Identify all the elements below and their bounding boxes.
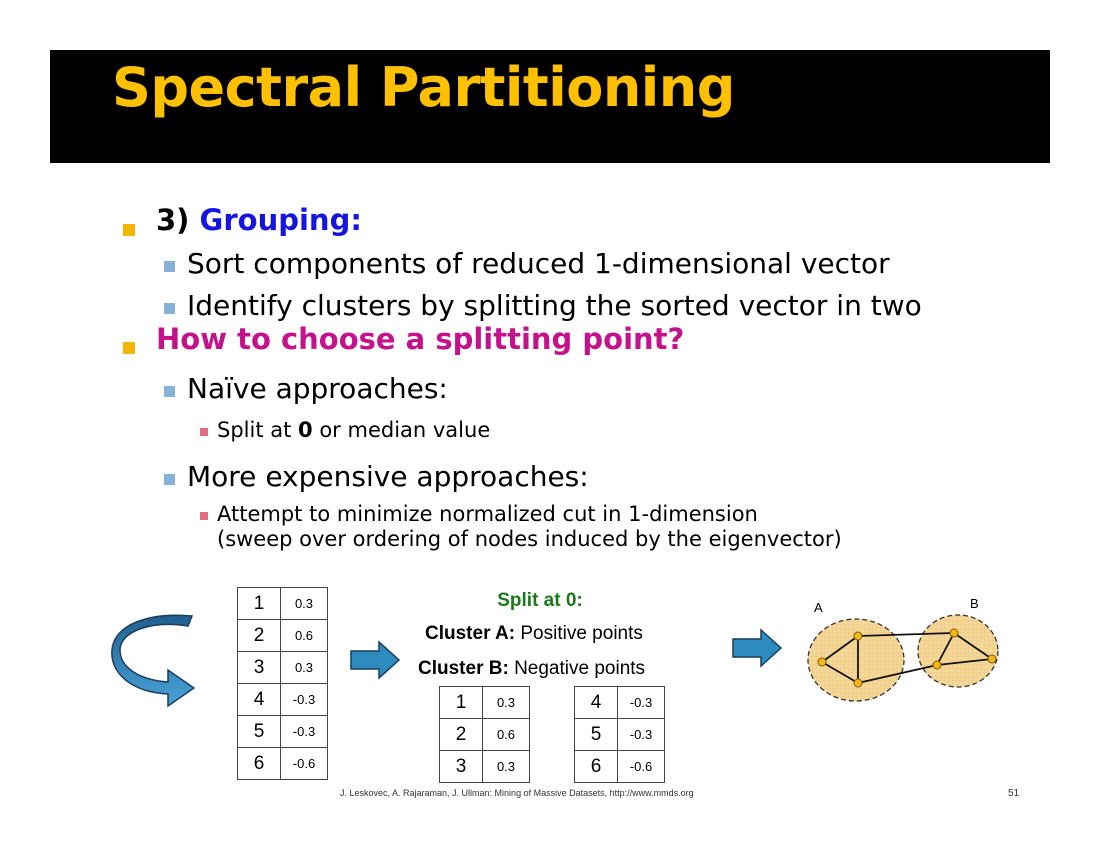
graph-node (853, 678, 863, 688)
cluster-b-region (917, 614, 999, 688)
table-row: 5 -0.3 (574, 718, 665, 751)
cluster-a-graph-label: A (814, 600, 823, 615)
row-index: 4 (237, 683, 281, 716)
cluster-b-graph-label: B (970, 596, 979, 611)
bullet-marker (164, 261, 175, 272)
cluster-b-line: Cluster B: Negative points (418, 658, 645, 680)
row-value: 0.3 (482, 750, 530, 783)
bullet-identify: Identify clusters by splitting the sorte… (187, 289, 922, 322)
table-row: 4 -0.3 (237, 683, 328, 716)
graph-node (932, 660, 942, 670)
grouping-label: Grouping: (199, 203, 362, 237)
circular-arrow-icon (111, 614, 196, 708)
bullet-attempt-2: (sweep over ordering of nodes induced by… (217, 527, 842, 551)
slide-title: Spectral Partitioning (112, 56, 735, 119)
cluster-graph-diagram: A B (807, 596, 999, 702)
row-value: -0.3 (280, 715, 328, 748)
row-value: -0.3 (617, 718, 665, 751)
table-row: 5 -0.3 (237, 715, 328, 748)
row-value: 0.6 (280, 619, 328, 652)
row-value: 0.6 (482, 718, 530, 751)
row-index: 2 (439, 718, 483, 751)
grouping-number: 3) (156, 203, 190, 237)
graph-node (987, 654, 997, 664)
table-row: 1 0.3 (439, 686, 530, 719)
table-row: 6 -0.6 (237, 747, 328, 780)
row-index: 4 (574, 686, 618, 719)
bullet-attempt-1: Attempt to minimize normalized cut in 1-… (217, 502, 758, 526)
table-row: 3 0.3 (439, 750, 530, 783)
bullet-marker (164, 474, 175, 485)
graph-node (817, 657, 827, 667)
row-value: -0.6 (617, 750, 665, 783)
row-value: -0.6 (280, 747, 328, 780)
title-bar: Spectral Partitioning (50, 50, 1050, 163)
bullet-marker (123, 342, 135, 354)
bullet-marker (164, 386, 175, 397)
split-zero: 0 (298, 418, 313, 442)
bullet-expensive: More expensive approaches: (187, 460, 589, 493)
row-index: 2 (237, 619, 281, 652)
page-number: 51 (1008, 788, 1020, 799)
row-index: 3 (439, 750, 483, 783)
right-arrow-icon (732, 628, 783, 668)
table-row: 6 -0.6 (574, 750, 665, 783)
right-arrow-icon (350, 640, 401, 680)
row-index: 3 (237, 651, 281, 684)
table-row: 2 0.6 (439, 718, 530, 751)
cluster-a-label: Cluster A: (425, 623, 516, 644)
split-text-a: Split at (217, 418, 299, 442)
row-index: 1 (237, 587, 281, 620)
bullet-marker (200, 428, 208, 436)
row-value: 0.3 (482, 686, 530, 719)
row-index: 5 (237, 715, 281, 748)
table-row: 3 0.3 (237, 651, 328, 684)
row-value: 0.3 (280, 651, 328, 684)
row-index: 6 (237, 747, 281, 780)
graph-node (853, 631, 863, 641)
sorted-vector-table: 1 0.3 2 0.6 3 0.3 4 -0.3 5 -0.3 6 -0.6 (237, 587, 328, 780)
split-text-b: or median value (312, 418, 491, 442)
bullet-marker (123, 224, 135, 236)
bullet-naive: Naïve approaches: (187, 372, 448, 405)
bullet-marker (164, 303, 175, 314)
graph-node (949, 628, 959, 638)
table-row: 2 0.6 (237, 619, 328, 652)
row-value: -0.3 (280, 683, 328, 716)
row-index: 1 (439, 686, 483, 719)
footer-citation: J. Leskovec, A. Rajaraman, J. Ullman: Mi… (340, 788, 694, 798)
cluster-b-table: 4 -0.3 5 -0.3 6 -0.6 (574, 686, 665, 783)
bullet-split: Split at 0 or median value (217, 418, 490, 442)
cluster-b-label: Cluster B: (418, 658, 509, 679)
row-value: -0.3 (617, 686, 665, 719)
bullet-grouping: 3) Grouping: (156, 203, 362, 237)
bullet-sort: Sort components of reduced 1-dimensional… (187, 247, 890, 280)
cluster-b-text: Negative points (508, 658, 646, 679)
row-index: 5 (574, 718, 618, 751)
cluster-a-table: 1 0.3 2 0.6 3 0.3 (439, 686, 530, 783)
row-value: 0.3 (280, 587, 328, 620)
cluster-a-line: Cluster A: Positive points (425, 623, 643, 645)
table-row: 1 0.3 (237, 587, 328, 620)
bullet-how: How to choose a splitting point? (156, 322, 685, 356)
row-index: 6 (574, 750, 618, 783)
split-title: Split at 0: (497, 590, 583, 611)
table-row: 4 -0.3 (574, 686, 665, 719)
bullet-marker (200, 512, 208, 520)
cluster-a-text: Positive points (515, 623, 643, 644)
